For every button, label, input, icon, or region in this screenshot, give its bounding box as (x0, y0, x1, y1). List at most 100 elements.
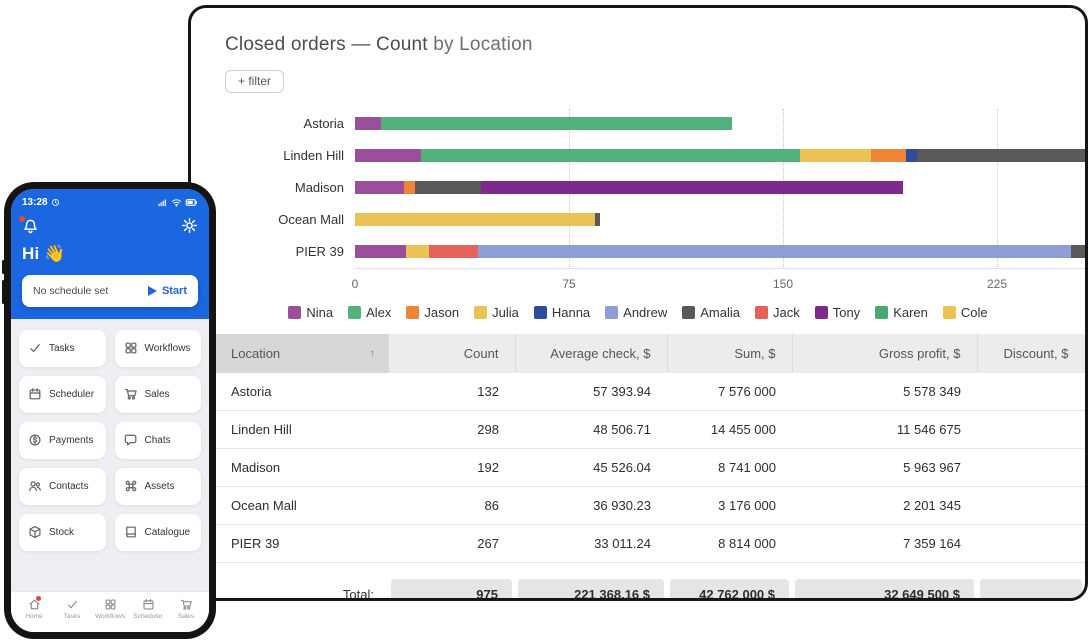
x-tick-label: 0 (352, 277, 359, 291)
bar-track (355, 245, 1085, 258)
menu-tile-workflows[interactable]: Workflows (115, 330, 202, 367)
page-title-main: Closed orders — Count (225, 34, 433, 55)
bar-track (355, 181, 1085, 194)
bar-segment-amalia[interactable] (415, 181, 481, 194)
legend-swatch (288, 306, 301, 319)
signal-icon (157, 197, 168, 208)
column-header-gross-profit[interactable]: Gross profit, $ (792, 334, 977, 373)
bar-segment-cole[interactable] (800, 149, 871, 162)
calendar-icon-wrap (142, 598, 155, 611)
bar-track (355, 149, 1085, 162)
legend-swatch (815, 306, 828, 319)
bar-segment-tony[interactable] (481, 181, 903, 194)
legend-item-alex[interactable]: Alex (348, 305, 391, 320)
column-header-location[interactable]: Location↑ (191, 334, 388, 373)
bar-segment-nina[interactable] (355, 149, 421, 162)
column-header-sum[interactable]: Sum, $ (667, 334, 792, 373)
cell-value (977, 449, 1085, 487)
bar-segment-nina[interactable] (355, 245, 406, 258)
cell-value: 7 359 164 (792, 525, 977, 563)
legend-item-jason[interactable]: Jason (406, 305, 459, 320)
menu-tile-catalogue[interactable]: Catalogue (115, 514, 202, 551)
nav-item-home[interactable]: Home (17, 598, 51, 620)
book-icon (124, 525, 138, 539)
bar-row: Linden Hill (191, 139, 1085, 171)
column-header-count[interactable]: Count (388, 334, 515, 373)
bar-segment-jack[interactable] (429, 245, 478, 258)
cell-value (977, 525, 1085, 563)
menu-tile-contacts[interactable]: Contacts (19, 468, 106, 505)
phone-mockup: 13:28 Hi 👋 (4, 182, 216, 639)
bar-segment-amalia[interactable] (917, 149, 1085, 162)
legend-label: Jason (424, 305, 459, 320)
legend-item-andrew[interactable]: Andrew (605, 305, 667, 320)
legend-swatch (682, 306, 695, 319)
legend-item-tony[interactable]: Tony (815, 305, 860, 320)
column-header-discount[interactable]: Discount, $ (977, 334, 1085, 373)
table-row[interactable]: Astoria13257 393.947 576 0005 578 349 (191, 373, 1085, 411)
bar-segment-julia[interactable] (355, 213, 595, 226)
legend-item-julia[interactable]: Julia (474, 305, 519, 320)
dollar-icon (28, 433, 42, 447)
battery-icon (185, 196, 198, 209)
add-filter-button[interactable]: + filter (225, 70, 284, 93)
bar-segment-nina[interactable] (355, 181, 404, 194)
table-row[interactable]: Ocean Mall8636 930.233 176 0002 201 345 (191, 487, 1085, 525)
settings-button[interactable] (181, 217, 198, 235)
bar-row: Astoria (191, 107, 1085, 139)
table-row[interactable]: Linden Hill29848 506.7114 455 00011 546 … (191, 411, 1085, 449)
cell-value: 11 546 675 (792, 411, 977, 449)
nav-item-scheduler[interactable]: Scheduler (131, 598, 165, 620)
menu-tile-scheduler[interactable]: Scheduler (19, 376, 106, 413)
start-button[interactable]: Start (148, 285, 187, 297)
bar-segment-alex[interactable] (381, 117, 732, 130)
bar-segment-jason[interactable] (404, 181, 415, 194)
menu-tile-label: Stock (49, 527, 74, 538)
menu-tile-sales[interactable]: Sales (115, 376, 202, 413)
bar-segment-alex[interactable] (421, 149, 800, 162)
legend-item-nina[interactable]: Nina (288, 305, 333, 320)
menu-tile-chats[interactable]: Chats (115, 422, 202, 459)
column-header-average-check[interactable]: Average check, $ (515, 334, 667, 373)
legend-item-cole[interactable]: Cole (943, 305, 988, 320)
cell-value: 2 201 345 (792, 487, 977, 525)
nav-item-sales[interactable]: Sales (169, 598, 203, 620)
bar-segment-amalia[interactable] (595, 213, 601, 226)
bar-segment-hanna[interactable] (906, 149, 917, 162)
check-icon-wrap (28, 340, 42, 358)
schedule-card[interactable]: No schedule set Start (22, 275, 198, 307)
bar-category-label: Madison (191, 180, 355, 195)
bar-segment-julia[interactable] (406, 245, 429, 258)
legend-item-hanna[interactable]: Hanna (534, 305, 590, 320)
nav-item-tasks[interactable]: Tasks (55, 598, 89, 620)
cell-value: 57 393.94 (515, 373, 667, 411)
legend-item-jack[interactable]: Jack (755, 305, 800, 320)
box-icon-wrap (28, 524, 42, 542)
nav-item-workflows[interactable]: Workflows (93, 598, 127, 620)
cell-value: 267 (388, 525, 515, 563)
people-icon-wrap (28, 478, 42, 496)
table-row[interactable]: Madison19245 526.048 741 0005 963 967 (191, 449, 1085, 487)
table-header-row: Location↑CountAverage check, $Sum, $Gros… (191, 334, 1085, 373)
bar-segment-jason[interactable] (871, 149, 905, 162)
legend-item-amalia[interactable]: Amalia (682, 305, 740, 320)
bar-segment-andrew[interactable] (478, 245, 1071, 258)
table-row[interactable]: PIER 3926733 011.248 814 0007 359 164 (191, 525, 1085, 563)
notifications-button[interactable] (22, 218, 39, 235)
menu-tile-tasks[interactable]: Tasks (19, 330, 106, 367)
phone-screen: 13:28 Hi 👋 (11, 189, 209, 632)
grid-icon (124, 341, 138, 355)
legend-item-karen[interactable]: Karen (875, 305, 928, 320)
bar-segment-amalia[interactable] (1071, 245, 1085, 258)
bar-track (355, 117, 1085, 130)
total-value-pill: 32 649 500 $ (795, 579, 974, 601)
status-bar: 13:28 (22, 196, 198, 209)
legend-swatch (534, 306, 547, 319)
menu-tile-payments[interactable]: Payments (19, 422, 106, 459)
bar-segment-nina[interactable] (355, 117, 381, 130)
menu-tile-stock[interactable]: Stock (19, 514, 106, 551)
wifi-icon (171, 197, 182, 208)
menu-tile-assets[interactable]: Assets (115, 468, 202, 505)
table-total-row: Total: 975221 368.16 $42 762 000 $32 649… (191, 579, 1085, 601)
x-axis-line (355, 268, 1085, 269)
